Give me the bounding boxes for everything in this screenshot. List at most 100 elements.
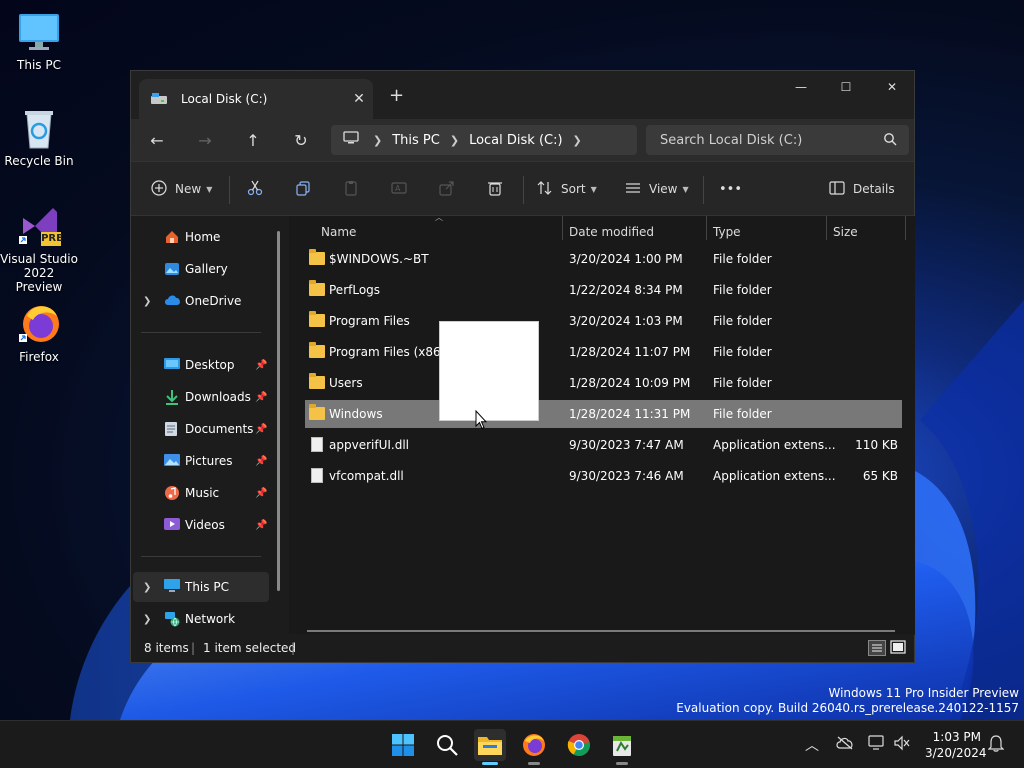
onedrive-tray-icon[interactable] [836, 736, 854, 754]
column-divider[interactable] [905, 216, 906, 240]
file-type: File folder [713, 376, 772, 390]
view-button[interactable]: View ▼ [625, 178, 689, 200]
table-row[interactable]: Program Files 3/20/2024 1:03 PM File fol… [305, 307, 902, 335]
cut-button[interactable] [247, 178, 263, 200]
sidebar-item-network[interactable]: ❯ Network [133, 604, 269, 634]
sidebar-item-desktop[interactable]: Desktop 📌 [133, 350, 269, 380]
tab-close-button[interactable]: ✕ [345, 91, 373, 107]
folder-icon [309, 404, 325, 420]
taskbar-chrome[interactable] [563, 729, 595, 761]
taskbar-file-explorer[interactable] [474, 729, 506, 765]
network-tray-icon[interactable] [868, 735, 886, 755]
column-label: Date modified [569, 225, 655, 239]
chevron-right-icon[interactable]: ❯ [143, 614, 151, 625]
chevron-down-icon: ▼ [682, 184, 689, 194]
breadcrumb-local-disk[interactable]: Local Disk (C:) [469, 133, 562, 148]
table-row[interactable]: $WINDOWS.~BT 3/20/2024 1:00 PM File fold… [305, 245, 902, 273]
table-row[interactable]: appverifUI.dll 9/30/2023 7:47 AM Applica… [305, 431, 902, 459]
search-taskbar-button[interactable] [431, 729, 463, 761]
taskbar-firefox[interactable] [518, 729, 550, 765]
chevron-right-icon[interactable]: ❯ [143, 296, 151, 307]
minimize-button[interactable]: — [778, 71, 824, 103]
sidebar-item-videos[interactable]: Videos 📌 [133, 510, 269, 540]
more-options-button[interactable]: ••• [719, 178, 742, 200]
rename-button[interactable]: A [391, 178, 407, 200]
file-name: appverifUI.dll [329, 438, 409, 452]
system-clock[interactable]: 1:03 PM 3/20/2024 [925, 729, 987, 761]
sidebar-item-home[interactable]: Home [133, 222, 269, 252]
close-window-button[interactable]: ✕ [869, 71, 915, 103]
share-icon [439, 180, 455, 199]
file-date: 1/28/2024 11:31 PM [569, 407, 691, 421]
back-button[interactable]: ← [141, 127, 173, 153]
paste-button[interactable] [343, 178, 359, 200]
column-header-date[interactable]: Date modified [569, 216, 654, 248]
running-indicator [482, 762, 498, 765]
up-button[interactable]: ↑ [237, 127, 269, 153]
pin-icon[interactable]: 📌 [255, 456, 267, 467]
table-row[interactable]: PerfLogs 1/22/2024 8:34 PM File folder [305, 276, 902, 304]
column-header-name[interactable]: Name [321, 216, 356, 248]
sidebar-item-downloads[interactable]: Downloads 📌 [133, 382, 269, 412]
refresh-button[interactable]: ↻ [285, 127, 317, 153]
maximize-button[interactable]: ☐ [823, 71, 869, 103]
sidebar-item-pictures[interactable]: Pictures 📌 [133, 446, 269, 476]
speaker-muted-icon [894, 735, 910, 751]
column-divider[interactable] [826, 216, 827, 240]
share-button[interactable] [439, 178, 455, 200]
search-input[interactable]: Search Local Disk (C:) [646, 125, 909, 155]
forward-button[interactable]: → [189, 127, 221, 153]
column-header-type[interactable]: Type [713, 216, 741, 248]
taskbar-app[interactable] [606, 729, 638, 765]
column-divider[interactable] [706, 216, 707, 240]
status-divider: | [191, 641, 196, 655]
breadcrumb-this-pc[interactable]: This PC [392, 133, 440, 148]
folder-icon [309, 342, 325, 358]
start-button[interactable] [387, 729, 419, 761]
table-row[interactable]: Users 1/28/2024 10:09 PM File folder [305, 369, 902, 397]
sidebar-item-this-pc[interactable]: ❯ This PC [133, 572, 269, 602]
pin-icon[interactable]: 📌 [255, 424, 267, 435]
details-button[interactable]: Details [829, 178, 895, 200]
pin-icon[interactable]: 📌 [255, 520, 267, 531]
desktop-icon-firefox[interactable]: Firefox [0, 302, 78, 364]
column-divider[interactable] [562, 216, 563, 240]
pin-icon[interactable]: 📌 [255, 488, 267, 499]
new-tab-button[interactable]: + [389, 85, 404, 106]
pin-icon[interactable]: 📌 [255, 360, 267, 371]
sidebar-item-music[interactable]: Music 📌 [133, 478, 269, 508]
tiles-view-toggle[interactable] [890, 640, 908, 656]
tab-local-disk[interactable]: Local Disk (C:) ✕ [139, 79, 373, 119]
file-name: Program Files (x86) [329, 345, 446, 359]
sidebar-item-onedrive[interactable]: ❯ OneDrive [133, 286, 269, 316]
file-type: File folder [713, 314, 772, 328]
pin-icon[interactable]: 📌 [255, 392, 267, 403]
column-header-size[interactable]: Size [833, 216, 858, 248]
table-row[interactable]: vfcompat.dll 9/30/2023 7:46 AM Applicati… [305, 462, 902, 490]
sidebar-item-documents[interactable]: Documents 📌 [133, 414, 269, 444]
desktop-folder-icon [164, 357, 182, 373]
music-icon [164, 485, 182, 501]
sidebar-scrollbar[interactable] [277, 231, 280, 591]
desktop-icon-recycle-bin[interactable]: Recycle Bin [0, 106, 78, 168]
desktop-icon-label: Firefox [19, 350, 59, 364]
sidebar-item-label: Home [185, 230, 221, 244]
details-view-toggle[interactable] [868, 640, 886, 656]
chevron-right-icon[interactable]: ❯ [573, 134, 582, 147]
desktop-icon-visual-studio[interactable]: PRE Visual Studio 2022 Preview [0, 204, 78, 294]
tiles-view-icon [890, 640, 906, 654]
show-hidden-icons-button[interactable]: ︿ [805, 735, 819, 755]
table-row-selected[interactable]: Windows 1/28/2024 11:31 PM File folder [305, 400, 902, 428]
sort-button[interactable]: Sort ▼ [537, 178, 597, 200]
sidebar-item-gallery[interactable]: Gallery [133, 254, 269, 284]
volume-tray-icon[interactable] [893, 735, 911, 755]
delete-button[interactable] [487, 178, 503, 200]
notifications-button[interactable] [987, 734, 1005, 756]
table-row[interactable]: Program Files (x86) 1/28/2024 11:07 PM F… [305, 338, 902, 366]
horizontal-scrollbar[interactable] [307, 630, 895, 632]
new-button[interactable]: New ▼ [151, 178, 212, 200]
chevron-right-icon[interactable]: ❯ [143, 582, 151, 593]
copy-button[interactable] [295, 178, 311, 200]
desktop-icon-this-pc[interactable]: This PC [0, 10, 78, 72]
address-bar[interactable]: ❯ This PC ❯ Local Disk (C:) ❯ [331, 125, 637, 155]
